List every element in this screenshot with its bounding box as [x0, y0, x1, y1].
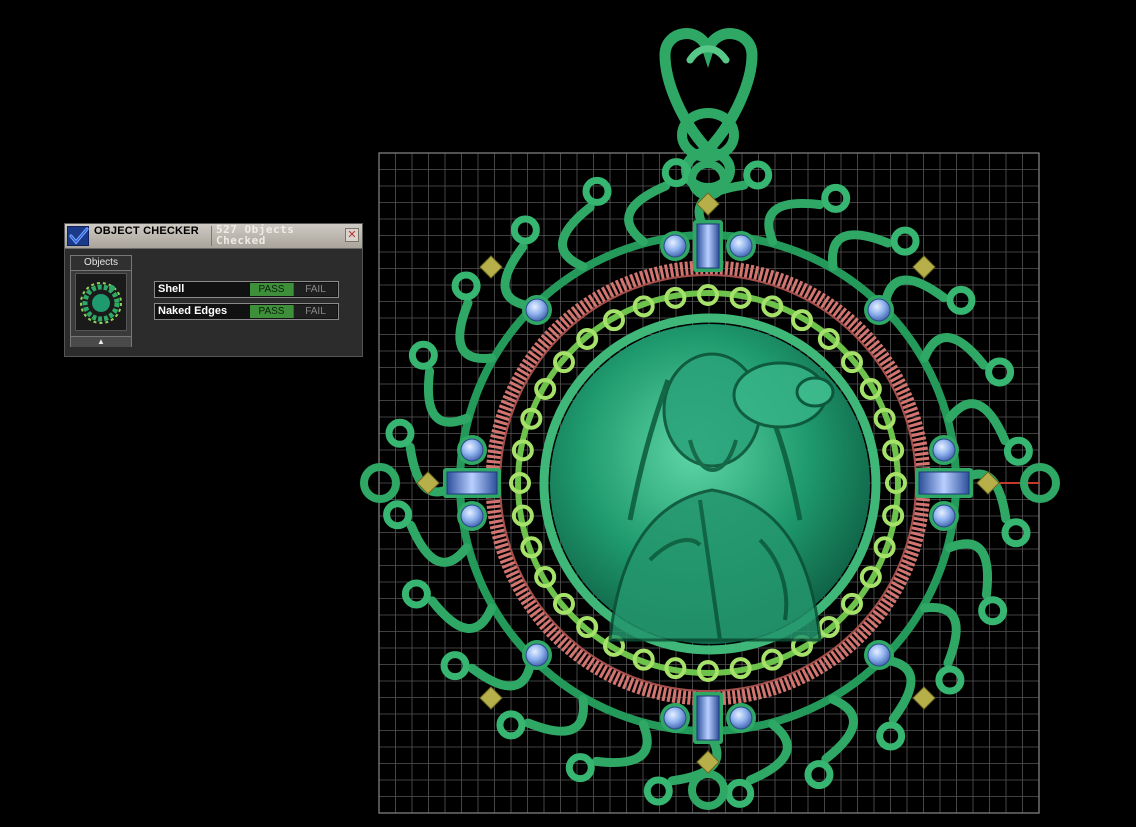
- check-row-naked-edges: Naked Edges PASS FAIL: [154, 303, 339, 320]
- objects-preview: Objects ▲: [70, 255, 132, 347]
- close-icon[interactable]: ✕: [345, 228, 359, 242]
- object-checker-panel: OBJECT CHECKER 527 Objects Checked ✕ Obj…: [64, 223, 363, 357]
- panel-title: OBJECT CHECKER: [94, 225, 199, 237]
- pendant-thumbnail-icon[interactable]: [75, 273, 127, 331]
- objects-checked-count: 527 Objects Checked: [216, 224, 328, 246]
- check-label: Shell: [158, 283, 185, 295]
- check-row-shell: Shell PASS FAIL: [154, 281, 339, 298]
- objects-label: Objects: [71, 256, 131, 271]
- check-label: Naked Edges: [158, 305, 228, 317]
- panel-titlebar[interactable]: OBJECT CHECKER 527 Objects Checked ✕: [65, 224, 362, 249]
- title-divider: [211, 226, 212, 246]
- pass-button[interactable]: PASS: [250, 283, 293, 296]
- scroll-up-icon[interactable]: ▲: [71, 336, 131, 347]
- fail-button[interactable]: FAIL: [293, 283, 337, 296]
- pass-button[interactable]: PASS: [250, 305, 293, 318]
- fail-button[interactable]: FAIL: [293, 305, 337, 318]
- count-line-2: Checked: [216, 234, 266, 247]
- 3d-viewport[interactable]: [0, 0, 1136, 827]
- checkmark-icon: [67, 226, 89, 246]
